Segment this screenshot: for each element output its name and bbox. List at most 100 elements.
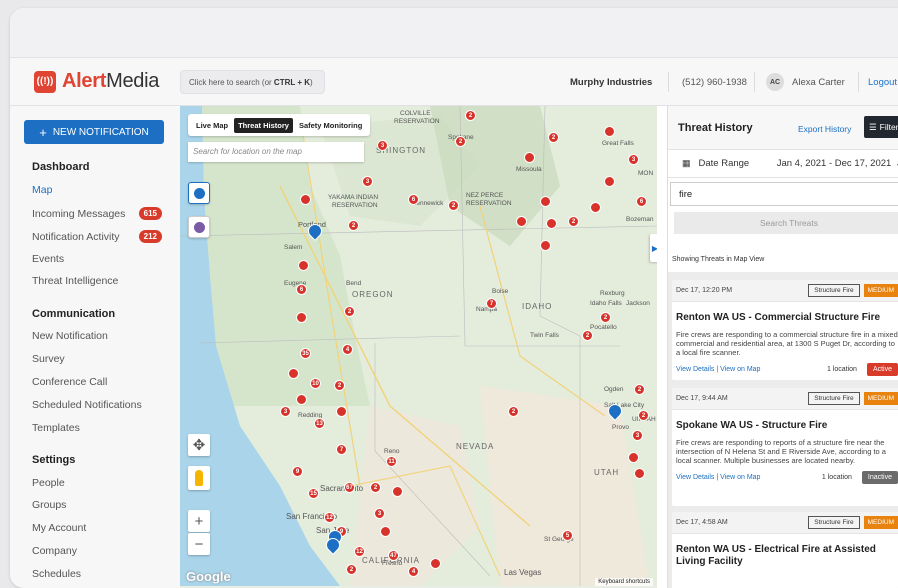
threat-marker[interactable] [604, 176, 615, 187]
threat-marker[interactable] [628, 452, 639, 463]
sidebar-item-schedules[interactable]: Schedules [32, 568, 162, 580]
threat-marker[interactable]: 2 [568, 216, 579, 227]
threat-marker[interactable]: 11 [386, 456, 397, 467]
sidebar-item-my-account[interactable]: My Account [32, 522, 162, 534]
threat-search-input[interactable]: fire [670, 182, 898, 206]
threat-marker[interactable]: 12 [354, 546, 365, 557]
threat-marker[interactable]: 4 [342, 344, 353, 355]
threat-marker[interactable]: 2 [348, 220, 359, 231]
threat-marker[interactable]: 2 [638, 410, 649, 421]
sidebar-item-survey[interactable]: Survey [32, 353, 162, 365]
date-range-selector[interactable]: ▦ Date Range Jan 4, 2021 - Dec 17, 2021 … [668, 150, 898, 178]
threat-marker[interactable]: 2 [548, 132, 559, 143]
threat-marker[interactable]: 2 [346, 564, 357, 575]
export-history-link[interactable]: Export History [798, 124, 851, 134]
threat-marker[interactable] [546, 218, 557, 229]
new-notification-button[interactable]: + NEW NOTIFICATION [24, 120, 164, 144]
threat-marker[interactable] [392, 486, 403, 497]
filters-button[interactable]: ☰Filters [864, 116, 898, 138]
threat-marker[interactable]: 47 [388, 550, 399, 561]
threat-marker[interactable]: 2 [448, 200, 459, 211]
tab-safety-monitoring[interactable]: Safety Monitoring [295, 118, 366, 133]
threat-marker[interactable] [336, 406, 347, 417]
global-search[interactable]: Click here to search (or CTRL + K) [180, 70, 325, 94]
view-details-link[interactable]: View Details | View on Map [676, 474, 760, 481]
threat-marker[interactable]: 4 [408, 566, 419, 577]
threat-marker[interactable]: 12 [324, 512, 335, 523]
threat-marker[interactable]: 2 [582, 330, 593, 341]
threat-marker[interactable]: 2 [634, 384, 645, 395]
keyboard-shortcuts-link[interactable]: Keyboard shortcuts [595, 578, 653, 586]
threat-marker[interactable]: 67 [344, 482, 355, 493]
threat-marker[interactable]: 7 [486, 298, 497, 309]
collapse-panel-button[interactable]: ▶ [650, 234, 657, 262]
people-layer-toggle[interactable] [188, 182, 210, 204]
tab-live-map[interactable]: Live Map [192, 118, 232, 133]
zoom-out-button[interactable]: − [188, 533, 210, 555]
threat-marker[interactable]: 3 [628, 154, 639, 165]
threat-marker[interactable]: 2 [455, 136, 466, 147]
logout-link[interactable]: Logout [868, 58, 897, 106]
sidebar-item-templates[interactable]: Templates [32, 422, 162, 434]
threat-marker[interactable] [516, 216, 527, 227]
tab-threat-history[interactable]: Threat History [234, 117, 293, 133]
sidebar-item-map[interactable]: Map [32, 184, 162, 196]
sidebar-item-people[interactable]: People [32, 477, 162, 489]
zoom-in-button[interactable]: + [188, 510, 210, 532]
threat-marker[interactable]: 3 [632, 430, 643, 441]
avatar[interactable]: AC [766, 73, 784, 91]
sidebar-item-company[interactable]: Company [32, 545, 162, 557]
threat-marker[interactable] [604, 126, 615, 137]
threat-marker[interactable]: 13 [314, 418, 325, 429]
threat-map[interactable]: SHINGTON OREGON IDAHO NEVADA UTAH CALIFO… [180, 106, 657, 588]
street-view-pegman-icon[interactable] [188, 466, 210, 490]
threat-marker[interactable]: 3 [377, 140, 388, 151]
threat-marker[interactable] [430, 558, 441, 569]
sidebar-item-notification-activity[interactable]: Notification Activity 212 [32, 230, 162, 243]
threat-marker[interactable]: 6 [408, 194, 419, 205]
map-location-search[interactable]: Search for location on the map [188, 142, 364, 162]
threat-marker[interactable]: 10 [310, 378, 321, 389]
sidebar-item-events[interactable]: Events [32, 253, 162, 265]
threat-marker[interactable]: 7 [336, 444, 347, 455]
sidebar-item-new-notification[interactable]: New Notification [32, 330, 162, 342]
sidebar-item-conference-call[interactable]: Conference Call [32, 376, 162, 388]
threat-card[interactable]: Dec 17, 9:44 AM Structure Fire MEDIUM Sp… [672, 388, 898, 506]
threat-marker[interactable] [300, 194, 311, 205]
threat-marker[interactable] [296, 312, 307, 323]
threat-marker[interactable]: 2 [334, 380, 345, 391]
threat-marker[interactable]: 9 [292, 466, 303, 477]
threat-marker[interactable]: 3 [374, 508, 385, 519]
sidebar-item-incoming-messages[interactable]: Incoming Messages 615 [32, 207, 162, 220]
threat-marker[interactable]: 3 [280, 406, 291, 417]
threat-card[interactable]: Dec 17, 12:20 PM Structure Fire MEDIUM R… [672, 280, 898, 380]
threat-marker[interactable]: 6 [636, 196, 647, 207]
threat-marker[interactable] [296, 394, 307, 405]
threat-marker[interactable]: 2 [600, 312, 611, 323]
threat-marker[interactable] [288, 368, 299, 379]
sidebar-item-threat-intelligence[interactable]: Threat Intelligence [32, 275, 162, 287]
threat-marker[interactable]: 2 [465, 110, 476, 121]
view-details-link[interactable]: View Details | View on Map [676, 366, 760, 373]
threat-marker[interactable] [540, 196, 551, 207]
threat-marker[interactable]: 2 [508, 406, 519, 417]
threat-marker[interactable] [590, 202, 601, 213]
threat-marker[interactable] [380, 526, 391, 537]
threat-marker[interactable]: 15 [308, 488, 319, 499]
user-name[interactable]: Alexa Carter [792, 58, 845, 106]
threat-marker[interactable]: 3 [362, 176, 373, 187]
threat-marker[interactable] [634, 468, 645, 479]
threat-marker[interactable]: 5 [562, 530, 573, 541]
sidebar-item-scheduled-notifications[interactable]: Scheduled Notifications [32, 399, 162, 411]
recenter-icon[interactable]: ✥ [188, 434, 210, 456]
threat-marker[interactable]: 2 [344, 306, 355, 317]
alertmedia-logo[interactable]: ((!)) AlertMedia [34, 70, 159, 93]
sidebar-item-groups[interactable]: Groups [32, 499, 162, 511]
threat-marker[interactable]: 35 [300, 348, 311, 359]
threat-marker[interactable] [298, 260, 309, 271]
threat-marker[interactable]: 6 [296, 284, 307, 295]
threat-marker[interactable]: 2 [370, 482, 381, 493]
assets-layer-toggle[interactable] [188, 216, 210, 238]
threat-marker[interactable] [540, 240, 551, 251]
threat-card[interactable]: Dec 17, 4:58 AM Structure Fire MEDIUM Re… [672, 512, 898, 588]
